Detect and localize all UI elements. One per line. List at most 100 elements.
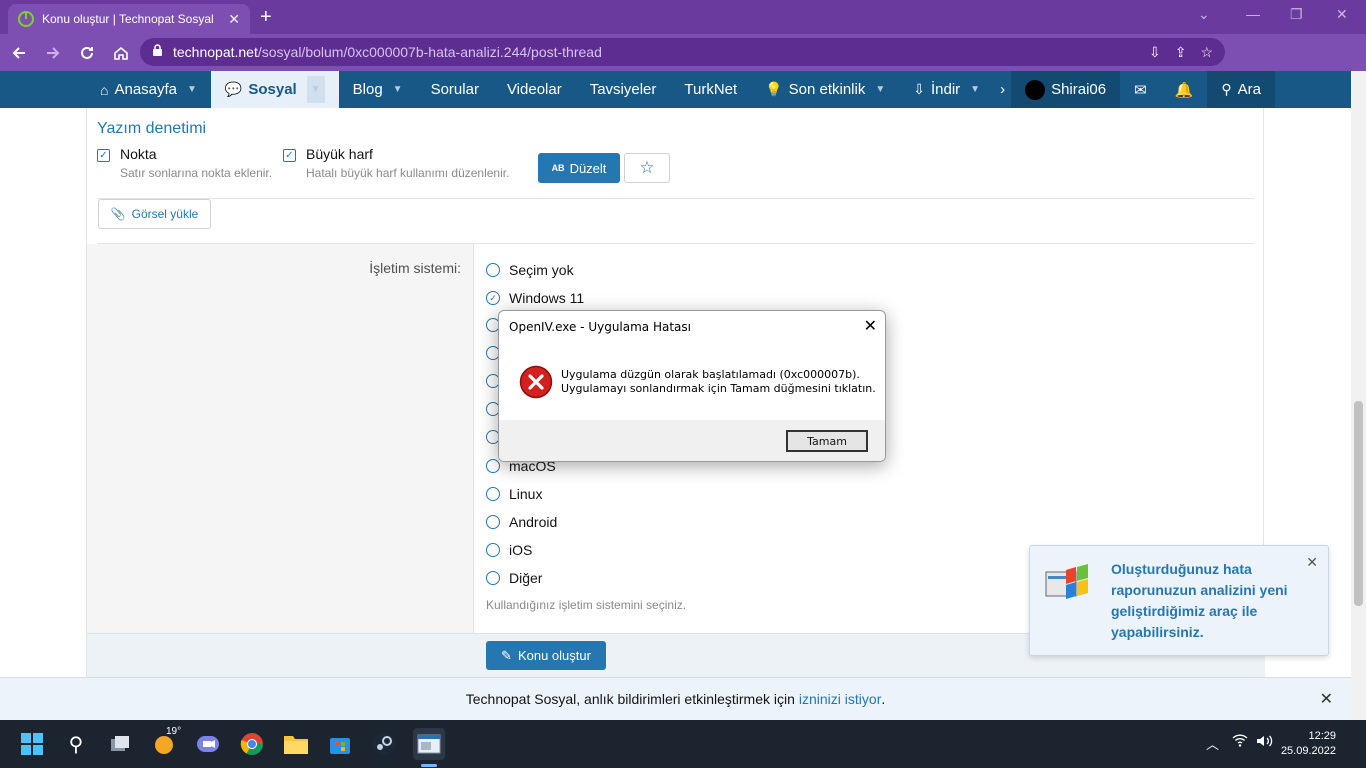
- weather-widget-icon[interactable]: 19°: [148, 726, 182, 760]
- nav-indir-label: İndir: [930, 81, 961, 98]
- permission-link[interactable]: izninizi istiyor: [799, 691, 881, 707]
- toast-close-icon[interactable]: ✕: [1306, 554, 1318, 571]
- taskbar: ⚲ 19°: [0, 720, 1366, 768]
- nav-scroll-right-icon[interactable]: ›: [994, 71, 1011, 108]
- search-icon[interactable]: ⚲: [60, 728, 92, 760]
- nav-tavsiyeler[interactable]: Tavsiyeler: [576, 71, 671, 108]
- os-option-ios[interactable]: iOS: [486, 542, 532, 558]
- dialog-footer: Tamam: [499, 420, 885, 461]
- chevron-down-icon[interactable]: ▼: [306, 76, 325, 103]
- clock-date: 25.09.2022: [1280, 745, 1336, 757]
- task-view-icon[interactable]: [104, 728, 136, 760]
- home-icon[interactable]: [106, 38, 136, 68]
- radio-unchecked-icon[interactable]: [486, 487, 500, 501]
- new-tab-button[interactable]: +: [260, 6, 272, 29]
- maximize-icon[interactable]: ❐: [1290, 6, 1303, 23]
- nav-home[interactable]: ⌂ Anasayfa ▼: [86, 71, 211, 108]
- user-avatar: [1025, 79, 1046, 100]
- notification-permission-bar: Technopat Sosyal, anlık bildirimleri etk…: [0, 677, 1351, 720]
- bookmark-star-icon[interactable]: ☆: [1200, 44, 1213, 61]
- duzelt-button[interactable]: AB Düzelt: [538, 153, 620, 183]
- browser-tab[interactable]: Konu oluştur | Technopat Sosyal ✕: [8, 4, 250, 34]
- os-option-linux[interactable]: Linux: [486, 486, 542, 502]
- submit-thread-label: Konu oluştur: [517, 648, 591, 663]
- radio-unchecked-icon[interactable]: [486, 263, 500, 277]
- submit-thread-button[interactable]: ✎ Konu oluştur: [486, 641, 606, 670]
- nav-sosyal[interactable]: 💬 Sosyal ▼: [210, 71, 339, 108]
- minimize-icon[interactable]: —: [1246, 6, 1260, 22]
- microsoft-store-icon[interactable]: [324, 728, 356, 760]
- address-bar[interactable]: technopat.net/sosyal/bolum/0xc000007b-ha…: [140, 38, 1225, 66]
- weather-temp: 19°: [166, 726, 182, 737]
- search-icon: ⚲: [1221, 81, 1232, 97]
- lock-icon[interactable]: [152, 44, 163, 60]
- divider: [97, 198, 1254, 199]
- page-scrollbar[interactable]: [1351, 71, 1366, 720]
- install-app-icon[interactable]: ⇩: [1149, 44, 1161, 61]
- forward-arrow-icon[interactable]: [38, 38, 68, 68]
- window-close-icon[interactable]: ✕: [1336, 6, 1348, 23]
- tab-title: Konu oluştur | Technopat Sosyal: [42, 12, 214, 26]
- nav-indir[interactable]: ⇩ İndir ▼: [899, 71, 994, 108]
- star-icon: ☆: [639, 158, 655, 177]
- openiv-app-icon[interactable]: [413, 728, 445, 760]
- system-clock[interactable]: 12:29 25.09.2022: [1281, 729, 1336, 759]
- nav-videolar[interactable]: Videolar: [493, 71, 576, 108]
- checkbox-checked-icon[interactable]: ✓: [97, 149, 110, 162]
- checkbox-checked-icon[interactable]: ✓: [283, 149, 296, 162]
- dialog-body: Uygulama düzgün olarak başlatılamadı (0x…: [499, 343, 885, 420]
- permission-close-icon[interactable]: ✕: [1320, 689, 1333, 709]
- dialog-ok-button[interactable]: Tamam: [786, 430, 868, 452]
- nav-blog[interactable]: Blog ▼: [339, 71, 417, 108]
- radio-unchecked-icon[interactable]: [486, 543, 500, 557]
- nav-son-etkinlik[interactable]: 💡 Son etkinlik ▼: [751, 71, 899, 108]
- upload-image-button[interactable]: 📎 Görsel yükle: [98, 199, 211, 229]
- nav-search[interactable]: ⚲ Ara: [1207, 71, 1275, 108]
- os-option-windows-11[interactable]: ✓ Windows 11: [486, 290, 584, 306]
- browser-toolbar: technopat.net/sosyal/bolum/0xc000007b-ha…: [0, 34, 1366, 96]
- technopat-favicon-icon: [18, 11, 34, 27]
- file-explorer-icon[interactable]: [280, 728, 312, 760]
- os-option-diger[interactable]: Diğer: [486, 570, 542, 586]
- teams-chat-icon[interactable]: [192, 728, 224, 760]
- share-icon[interactable]: ⇪: [1175, 44, 1187, 61]
- dialog-close-icon[interactable]: ✕: [864, 316, 877, 336]
- scrollbar-thumb[interactable]: [1354, 401, 1363, 606]
- wifi-icon[interactable]: [1232, 734, 1248, 750]
- nav-inbox[interactable]: ✉: [1120, 71, 1161, 108]
- os-option-label: Android: [509, 514, 558, 530]
- tab-close-icon[interactable]: ✕: [228, 11, 240, 28]
- nav-user[interactable]: Shirai06: [1011, 71, 1121, 108]
- nav-search-label: Ara: [1237, 81, 1261, 98]
- chrome-icon[interactable]: [236, 728, 268, 760]
- nav-videolar-label: Videolar: [506, 81, 562, 98]
- chevron-down-icon[interactable]: ▼: [393, 84, 403, 95]
- tray-overflow-chevron-icon[interactable]: ︿: [1206, 734, 1219, 753]
- favorite-star-button[interactable]: ☆: [624, 153, 670, 183]
- os-option-label: Seçim yok: [509, 262, 574, 278]
- buyuk-harf-option[interactable]: ✓ Büyük harf Hatalı büyük harf kullanımı…: [283, 146, 509, 180]
- os-field-label: İşletim sistemi:: [369, 260, 461, 276]
- radio-unchecked-icon[interactable]: [486, 459, 500, 473]
- os-option-android[interactable]: Android: [486, 514, 557, 530]
- steam-icon[interactable]: [368, 728, 400, 760]
- back-arrow-icon[interactable]: [4, 38, 34, 68]
- windows-start-icon[interactable]: [16, 728, 48, 760]
- nokta-option[interactable]: ✓ Nokta Satır sonlarına nokta eklenir.: [97, 146, 272, 180]
- chevron-down-icon[interactable]: ▼: [875, 84, 885, 95]
- nav-sorular[interactable]: Sorular: [417, 71, 493, 108]
- reload-icon[interactable]: [72, 38, 102, 68]
- home-icon: ⌂: [100, 81, 109, 98]
- volume-icon[interactable]: [1256, 734, 1274, 751]
- radio-unchecked-icon[interactable]: [486, 571, 500, 585]
- permission-suffix: .: [881, 691, 886, 707]
- nav-alerts[interactable]: 🔔: [1161, 71, 1208, 108]
- tab-search-icon[interactable]: ⌄: [1198, 6, 1210, 23]
- radio-unchecked-icon[interactable]: [486, 515, 500, 529]
- radio-checked-icon[interactable]: ✓: [486, 291, 500, 305]
- crash-analyzer-toast[interactable]: Oluşturduğunuz hata raporunuzun analizin…: [1029, 545, 1329, 656]
- nav-turknet[interactable]: TurkNet: [670, 71, 751, 108]
- chevron-down-icon[interactable]: ▼: [187, 84, 197, 95]
- os-option-secim-yok[interactable]: Seçim yok: [486, 262, 574, 278]
- chevron-down-icon[interactable]: ▼: [970, 84, 980, 95]
